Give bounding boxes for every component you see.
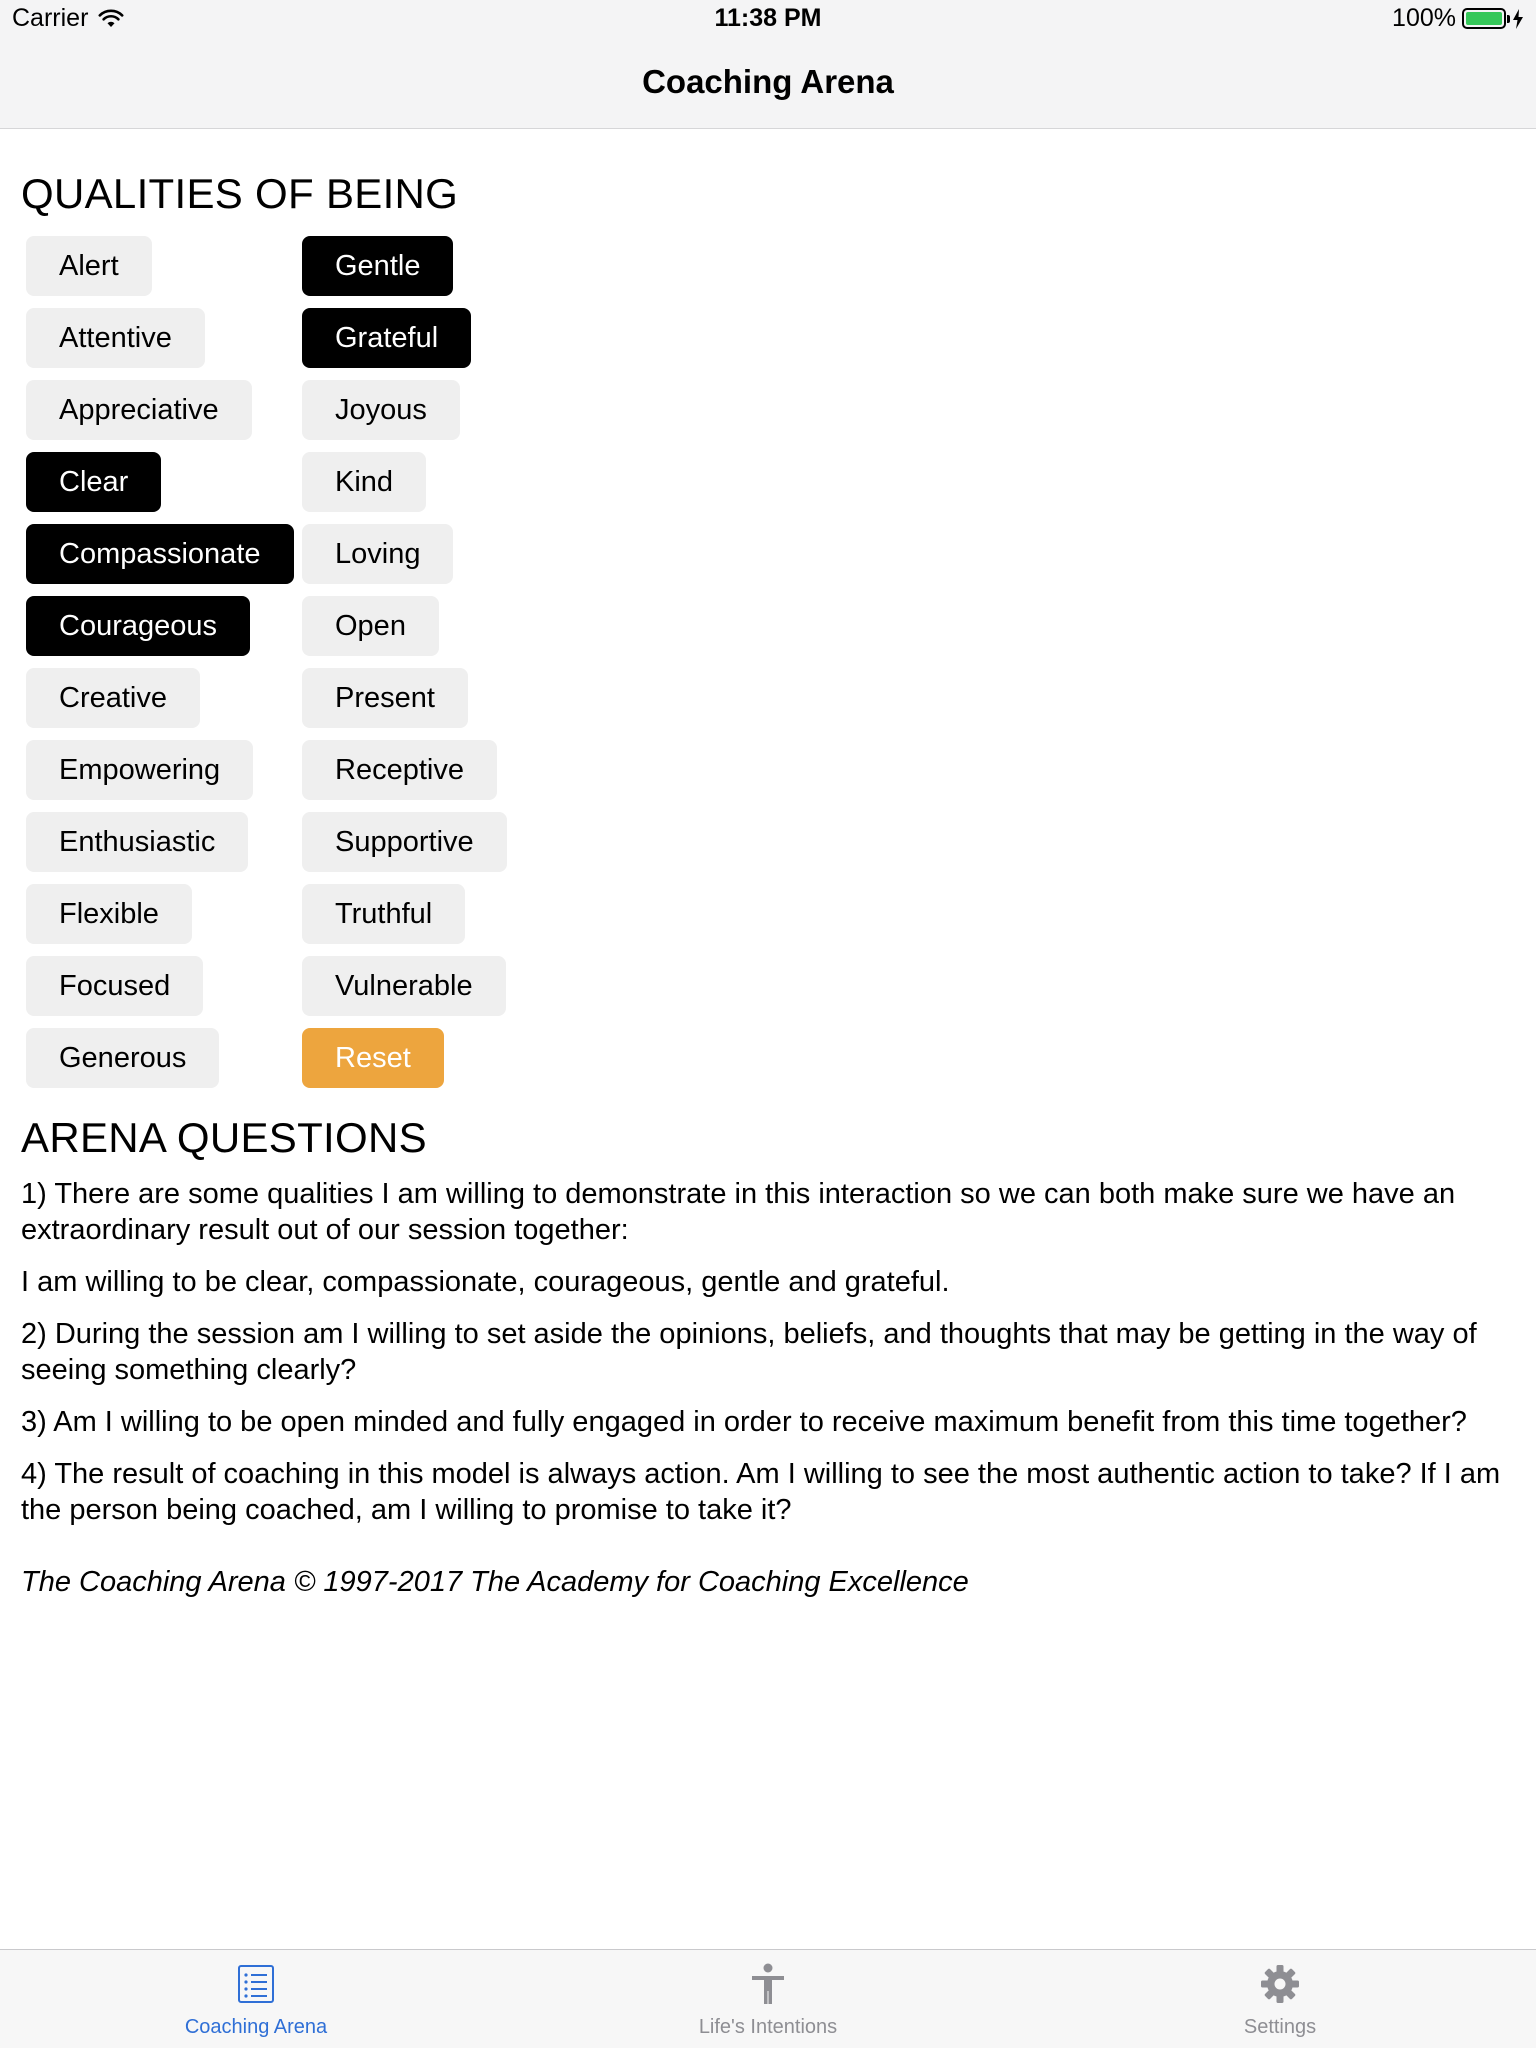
- tab-coaching-arena[interactable]: Coaching Arena: [0, 1950, 512, 2048]
- person-icon: [752, 1963, 784, 2004]
- quality-chip-vulnerable[interactable]: Vulnerable: [302, 956, 506, 1016]
- arena-question-paragraph: 4) The result of coaching in this model …: [21, 1458, 1501, 1526]
- arena-questions: 1) There are some qualities I am willing…: [21, 1176, 1511, 1528]
- app-screen: Carrier 11:38 PM 100% Coaching Arena QUA…: [0, 0, 1536, 2048]
- quality-chip-compassionate[interactable]: Compassionate: [26, 524, 294, 584]
- status-time: 11:38 PM: [714, 4, 822, 32]
- quality-chip-flexible[interactable]: Flexible: [26, 884, 192, 944]
- quality-chip-empowering[interactable]: Empowering: [26, 740, 254, 800]
- quality-chip-open[interactable]: Open: [302, 596, 439, 656]
- quality-chip-loving[interactable]: Loving: [302, 524, 454, 584]
- tab-bar: Coaching Arena Life's Intentions Setting…: [0, 1949, 1536, 2048]
- list-icon: [238, 1965, 274, 2003]
- battery-icon: [1462, 8, 1510, 29]
- tab-label: Life's Intentions: [698, 2016, 838, 2038]
- quality-chip-present[interactable]: Present: [302, 668, 468, 728]
- status-right: 100%: [1392, 4, 1524, 33]
- tab-label: Coaching Arena: [184, 2016, 328, 2038]
- arena-question-paragraph: 3) Am I willing to be open minded and fu…: [21, 1406, 1467, 1438]
- quality-chip-creative[interactable]: Creative: [26, 668, 200, 728]
- quality-chip-appreciative[interactable]: Appreciative: [26, 380, 252, 440]
- quality-chip-kind[interactable]: Kind: [302, 452, 427, 512]
- charging-bolt-icon: [1513, 8, 1523, 29]
- arena-question-paragraph: 1) There are some qualities I am willing…: [21, 1178, 1456, 1246]
- quality-chip-generous[interactable]: Generous: [26, 1028, 220, 1088]
- quality-chip-grateful[interactable]: Grateful: [302, 308, 472, 368]
- copyright-text: The Coaching Arena © 1997-2017 The Acade…: [21, 1566, 969, 1598]
- quality-chip-courageous[interactable]: Courageous: [26, 596, 250, 656]
- nav-title: Coaching Arena: [642, 63, 894, 100]
- quality-chip-receptive[interactable]: Receptive: [302, 740, 497, 800]
- battery-percent: 100%: [1392, 4, 1456, 32]
- quality-chip-joyous[interactable]: Joyous: [302, 380, 460, 440]
- tab-lifes-intentions[interactable]: Life's Intentions: [512, 1950, 1024, 2048]
- quality-chip-focused[interactable]: Focused: [26, 956, 204, 1016]
- quality-chip-alert[interactable]: Alert: [26, 236, 152, 296]
- tab-label: Settings: [1243, 2016, 1317, 2038]
- quality-chip-truthful[interactable]: Truthful: [302, 884, 466, 944]
- arena-questions-title: ARENA QUESTIONS: [21, 1114, 427, 1161]
- quality-chip-gentle[interactable]: Gentle: [302, 236, 454, 296]
- quality-chip-attentive[interactable]: Attentive: [26, 308, 205, 368]
- gear-icon: [1261, 1965, 1299, 2003]
- quality-chip-supportive[interactable]: Supportive: [302, 812, 507, 872]
- top-bar: Carrier 11:38 PM 100% Coaching Arena: [0, 0, 1536, 129]
- reset-button[interactable]: Reset: [302, 1028, 444, 1088]
- qualities-grid: Alert Attentive Appreciative Clear Compassio…: [26, 236, 1521, 1088]
- quality-chip-enthusiastic[interactable]: Enthusiastic: [26, 812, 249, 872]
- arena-question-paragraph: 2) During the session am I willing to se…: [21, 1318, 1477, 1386]
- quality-chip-clear[interactable]: Clear: [26, 452, 162, 512]
- main-content: QUALITIES OF BEING Alert Attentive Appreci…: [21, 170, 1521, 1599]
- qualities-column-2: Gentle Grateful Joyous Kind Loving Open Presen…: [302, 236, 566, 1088]
- qualities-column-1: Alert Attentive Appreciative Clear Compassio…: [26, 236, 294, 1088]
- arena-question-paragraph: I am willing to be clear, compassionate,…: [21, 1266, 950, 1298]
- tab-settings[interactable]: Settings: [1024, 1950, 1536, 2048]
- qualities-title: QUALITIES OF BEING: [21, 170, 459, 217]
